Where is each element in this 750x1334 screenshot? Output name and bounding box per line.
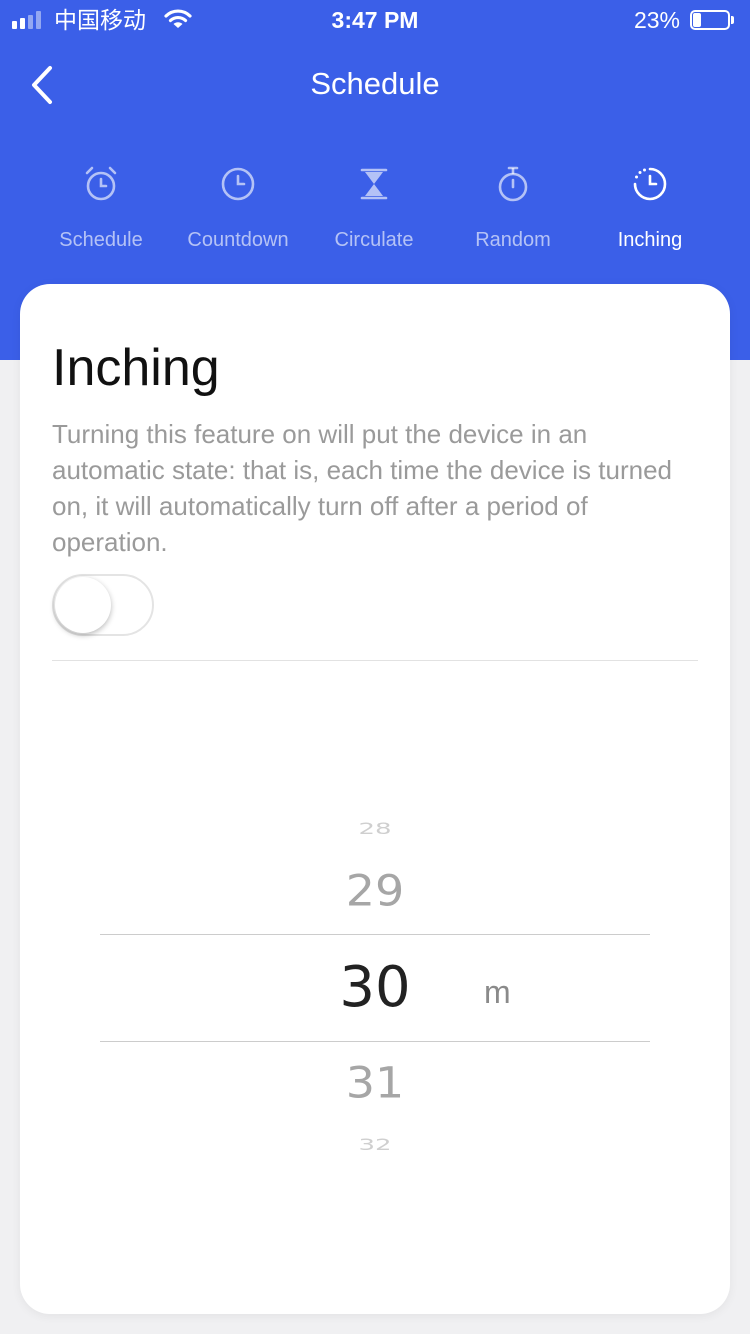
picker-option[interactable]: 29 — [305, 866, 445, 916]
tab-schedule[interactable]: Schedule — [31, 160, 171, 260]
picker-unit: m — [484, 974, 511, 1010]
page-title: Schedule — [310, 66, 440, 101]
picker-option[interactable]: 32 — [305, 1136, 445, 1155]
picker-selection-line — [100, 1041, 650, 1042]
card-description: Turning this feature on will put the dev… — [52, 419, 672, 557]
tab-label: Circulate — [334, 229, 414, 251]
divider — [52, 660, 698, 661]
picker-option[interactable]: 31 — [305, 1058, 445, 1108]
tab-circulate[interactable]: Circulate — [304, 160, 444, 260]
tab-countdown[interactable]: Countdown — [168, 160, 308, 260]
inching-toggle[interactable] — [52, 574, 154, 636]
clock-icon — [221, 167, 255, 201]
picker-selection-line — [100, 934, 650, 935]
battery-icon — [690, 10, 734, 30]
tab-label: Schedule — [59, 229, 143, 251]
status-bar: 中国移动 3:47 PM 23% — [0, 0, 750, 40]
inching-card: Inching Turning this feature on will put… — [20, 284, 730, 1314]
tab-label: Random — [475, 229, 551, 251]
toggle-knob — [55, 577, 111, 633]
picker-option[interactable]: 28 — [305, 820, 445, 839]
card-title: Inching — [52, 339, 220, 397]
tab-inching[interactable]: Inching — [580, 160, 720, 260]
stopwatch-icon — [498, 166, 528, 202]
tab-label: Inching — [617, 229, 683, 251]
alarm-clock-icon — [85, 166, 117, 201]
timer-icon — [633, 167, 667, 201]
duration-picker[interactable]: 28 29 30 m 31 32 — [20, 784, 730, 1184]
hourglass-icon — [360, 168, 388, 200]
tab-random[interactable]: Random — [443, 160, 583, 260]
battery-fill — [693, 13, 701, 27]
tab-label: Countdown — [187, 229, 289, 251]
battery-percent: 23% — [633, 7, 680, 33]
screen: 中国移动 3:47 PM 23% Schedule Schedule Count… — [0, 0, 750, 1334]
mode-tabs: Schedule Countdown Circulate Random Inch… — [0, 160, 750, 260]
picker-selected-value[interactable]: 30 — [305, 956, 445, 1020]
